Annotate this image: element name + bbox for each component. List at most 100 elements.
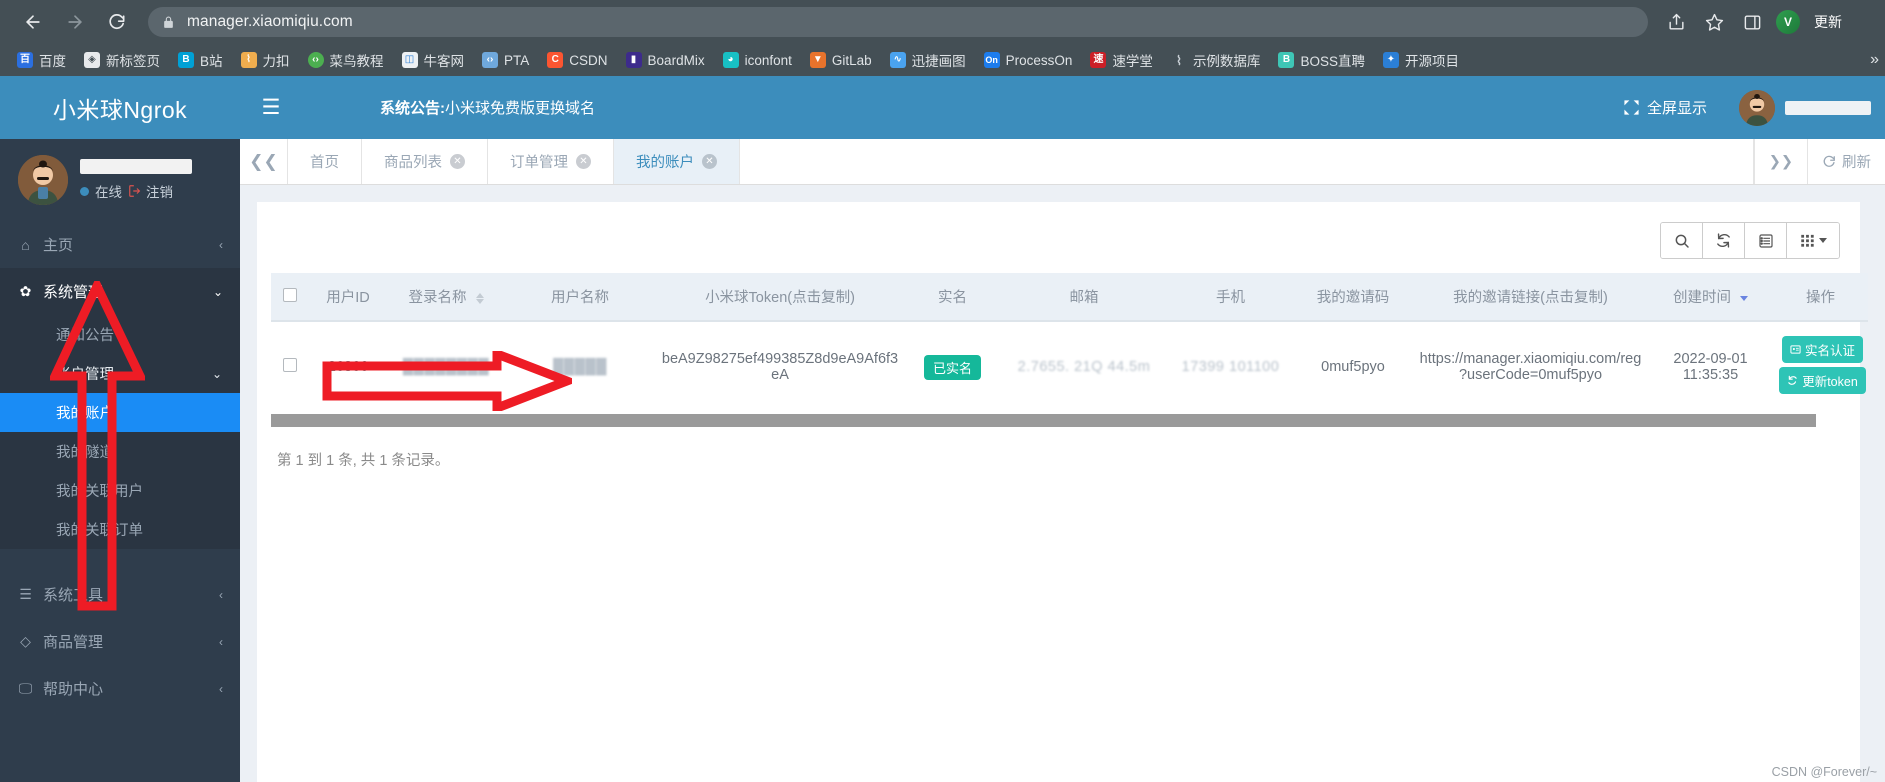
back-arrow-icon[interactable] xyxy=(14,3,52,41)
share-icon[interactable] xyxy=(1662,8,1690,36)
system-notice-title: 系统公告: xyxy=(380,100,445,117)
bookmark-item[interactable]: ✦ 开源项目 xyxy=(1374,47,1468,73)
close-icon[interactable]: ✕ xyxy=(450,154,465,169)
table-horizontal-scrollbar[interactable] xyxy=(271,414,1816,427)
browser-update-button[interactable]: 更新 xyxy=(1810,10,1846,34)
online-status-label: 在线 xyxy=(95,185,122,200)
star-icon[interactable] xyxy=(1700,8,1728,36)
topbar: ☰ 系统公告:小米球免费版更换域名 全屏显示 xyxy=(240,76,1885,139)
bookmark-label: BOSS直聘 xyxy=(1300,54,1365,69)
column-header-phone[interactable]: 手机 xyxy=(1168,273,1293,322)
sidebar-item-help-center[interactable]: 🖵 帮助中心 ‹ xyxy=(0,665,240,712)
expand-right-icon[interactable]: ❯❯ xyxy=(1753,139,1807,184)
bookmark-item[interactable]: ⌇ 示例数据库 xyxy=(1162,47,1270,73)
sidebar-item-notice[interactable]: 通知公告 xyxy=(0,315,240,354)
bookmark-item[interactable]: B BOSS直聘 xyxy=(1269,47,1374,73)
table-row[interactable]: 26866 ████████ █████ beA9Z98275ef499385Z… xyxy=(271,321,1868,412)
tab-refresh-button[interactable]: 刷新 xyxy=(1807,139,1885,184)
bookmark-item[interactable]: ◈ 新标签页 xyxy=(75,47,169,73)
bookmark-item[interactable]: 百百度 xyxy=(8,47,75,73)
topbar-user-name-redacted xyxy=(1785,100,1871,115)
bookmark-item[interactable]: ‹› PTA xyxy=(473,49,538,71)
online-dot-icon xyxy=(80,186,89,196)
sidebar-item-my-account[interactable]: 我的账户 xyxy=(0,393,240,432)
sidebar-subitem-label: 我的账户 xyxy=(56,406,114,422)
cell-token[interactable]: beA9Z98275ef499385Z8d9eA9Af6f3eA xyxy=(655,321,905,412)
chevron-down-icon xyxy=(1818,238,1827,243)
refresh-button[interactable] xyxy=(1703,223,1745,258)
sidebar-item-product-management[interactable]: ◇ 商品管理 ‹ xyxy=(0,618,240,665)
hamburger-icon[interactable]: ☰ xyxy=(240,76,302,139)
column-header-token[interactable]: 小米球Token(点击复制) xyxy=(655,273,905,322)
column-header-invite-code[interactable]: 我的邀请码 xyxy=(1293,273,1413,322)
cell-login-name: ████████ xyxy=(387,321,505,412)
sidebar-item-system-management[interactable]: ✿ 系统管理 ⌄ xyxy=(0,268,240,315)
sidebar-item-home[interactable]: ⌂ 主页 ‹ xyxy=(0,221,240,268)
close-icon[interactable]: ✕ xyxy=(702,154,717,169)
logout-icon xyxy=(129,185,141,197)
update-token-button[interactable]: 更新token xyxy=(1779,367,1866,394)
side-panel-icon[interactable] xyxy=(1738,8,1766,36)
bookmark-item[interactable]: ◕ iconfont xyxy=(714,49,801,71)
brand-logo[interactable]: 小米球Ngrok xyxy=(0,76,240,139)
bookmark-item[interactable]: ‹› 菜鸟教程 xyxy=(299,47,393,73)
logout-button[interactable]: 注销 xyxy=(128,181,173,201)
sidebar-submenu-system: 通知公告 账户管理 ⌄ 我的账户 我的隧道 我的关联用户 我的关联订单 xyxy=(0,315,240,549)
cell-created: 2022-09-01 11:35:35 xyxy=(1648,321,1773,412)
bookmark-item[interactable]: C CSDN xyxy=(538,49,616,71)
bookmark-item[interactable]: On ProcessOn xyxy=(975,49,1082,71)
chevron-left-icon: ‹ xyxy=(219,237,223,252)
toggle-view-icon xyxy=(1758,233,1773,248)
row-checkbox[interactable] xyxy=(283,358,297,372)
close-icon[interactable]: ✕ xyxy=(576,154,591,169)
bookmark-label: 力扣 xyxy=(262,54,290,69)
bookmark-item[interactable]: ▮ BoardMix xyxy=(617,49,714,71)
column-header-actions[interactable]: 操作 xyxy=(1773,273,1868,322)
bookmark-item[interactable]: ∿ 迅捷画图 xyxy=(881,47,975,73)
fullscreen-button[interactable]: 全屏显示 xyxy=(1601,97,1729,118)
column-header-invite-link[interactable]: 我的邀请链接(点击复制) xyxy=(1413,273,1648,322)
sidebar-item-account-management[interactable]: 账户管理 ⌄ xyxy=(0,354,240,393)
bookmark-label: B站 xyxy=(200,54,223,69)
chevron-left-icon: ‹ xyxy=(219,587,223,602)
verify-identity-button[interactable]: 实名认证 xyxy=(1781,336,1863,363)
column-header-created[interactable]: 创建时间 xyxy=(1648,273,1773,322)
collapse-left-icon[interactable]: ❮❮ xyxy=(240,139,288,184)
sort-icon[interactable] xyxy=(1740,295,1749,301)
bookmark-item[interactable]: 速速学堂 xyxy=(1081,47,1162,73)
sidebar-item-my-tunnel[interactable]: 我的隧道 xyxy=(0,432,240,471)
tab-my-account[interactable]: 我的账户 ✕ xyxy=(614,139,740,184)
browser-profile-avatar[interactable]: V xyxy=(1776,10,1800,34)
forward-arrow-icon[interactable] xyxy=(56,3,94,41)
sidebar-item-my-linked-orders[interactable]: 我的关联订单 xyxy=(0,510,240,549)
cell-invite-link[interactable]: https://manager.xiaomiqiu.com/reg?userCo… xyxy=(1413,321,1648,412)
bookmark-label: BoardMix xyxy=(647,52,705,68)
sidebar-item-my-linked-users[interactable]: 我的关联用户 xyxy=(0,471,240,510)
sort-icon[interactable] xyxy=(475,292,484,304)
columns-button[interactable] xyxy=(1787,223,1839,258)
tab-product-list[interactable]: 商品列表 ✕ xyxy=(362,139,488,184)
sidebar-item-system-tools[interactable]: ☰ 系统工具 ‹ xyxy=(0,571,240,618)
bookmark-item[interactable]: ▼ GitLab xyxy=(801,49,881,71)
tab-home[interactable]: 首页 xyxy=(288,139,362,184)
fullscreen-label: 全屏显示 xyxy=(1646,100,1707,117)
toggle-view-button[interactable] xyxy=(1745,223,1787,258)
status-badge: 已实名 xyxy=(923,354,981,380)
search-button[interactable] xyxy=(1661,223,1703,258)
select-all-checkbox[interactable] xyxy=(283,287,297,302)
column-header-email[interactable]: 邮箱 xyxy=(1000,273,1168,322)
cell-verified: 已实名 xyxy=(905,321,1000,412)
column-header-verified[interactable]: 实名 xyxy=(905,273,1000,322)
bilibili-icon: B xyxy=(178,52,194,68)
tab-order-management[interactable]: 订单管理 ✕ xyxy=(488,139,614,184)
bookmark-item[interactable]: ◫ 牛客网 xyxy=(393,47,474,73)
bookmark-item[interactable]: ⌇ 力扣 xyxy=(232,47,299,73)
column-header-user-id[interactable]: 用户ID xyxy=(309,273,387,322)
bookmark-item[interactable]: B B站 xyxy=(169,47,232,73)
reload-icon[interactable] xyxy=(98,3,136,41)
column-header-login-name[interactable]: 登录名称 xyxy=(387,273,505,322)
topbar-user[interactable] xyxy=(1729,89,1885,126)
bookmarks-overflow-button[interactable]: » xyxy=(1870,51,1879,69)
column-header-user-name[interactable]: 用户名称 xyxy=(505,273,655,322)
address-bar[interactable]: manager.xiaomiqiu.com xyxy=(148,7,1648,37)
